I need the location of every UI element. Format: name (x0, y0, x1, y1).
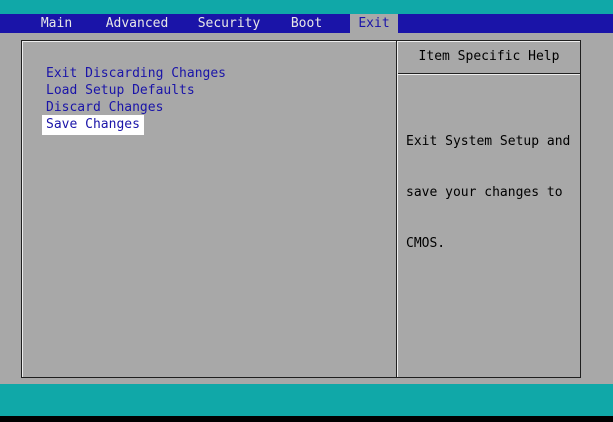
help-line: Exit System Setup and (406, 134, 571, 149)
help-line: CMOS. (406, 236, 446, 251)
tab-advanced[interactable]: Advanced (104, 14, 170, 33)
top-teal-bar (0, 0, 613, 14)
bottom-teal-bar (0, 384, 613, 416)
help-title: Item Specific Help (418, 49, 560, 64)
help-line: save your changes to (406, 185, 563, 200)
help-header-divider (398, 73, 580, 74)
tab-main[interactable]: Main (38, 14, 75, 33)
help-text: Exit System Setup and save your changes … (406, 99, 574, 269)
option-discard-changes[interactable]: Discard Changes (46, 100, 163, 116)
tab-boot[interactable]: Boot (288, 14, 325, 33)
option-load-setup-defaults[interactable]: Load Setup Defaults (46, 83, 195, 99)
panel-divider (396, 41, 397, 377)
tab-security[interactable]: Security (196, 14, 262, 33)
tab-exit[interactable]: Exit (350, 14, 398, 33)
menu-bar: Main Advanced Security Boot Exit (0, 14, 613, 33)
bottom-black-strip (0, 416, 613, 422)
option-exit-discarding-changes[interactable]: Exit Discarding Changes (46, 66, 226, 82)
option-save-changes[interactable]: Save Changes (43, 116, 143, 134)
